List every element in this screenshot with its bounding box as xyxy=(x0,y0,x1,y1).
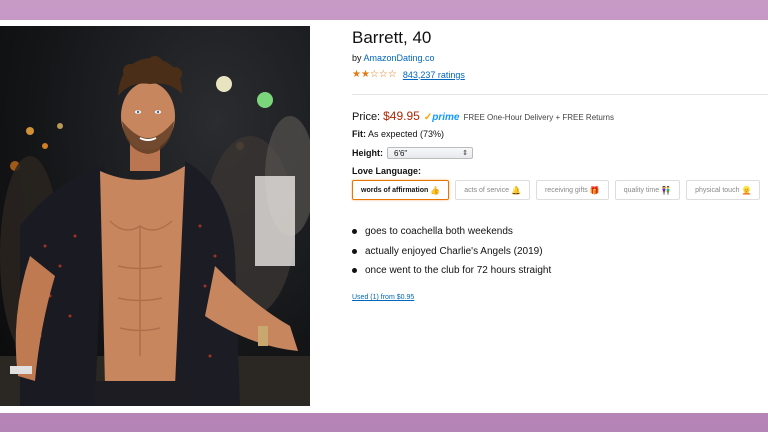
option-label: receiving gifts xyxy=(544,186,588,194)
bullet-text: goes to coachella both weekends xyxy=(365,226,513,238)
bullet-icon xyxy=(352,268,357,274)
product-title: Barrett, 40 xyxy=(352,28,432,47)
ratings-count-link[interactable]: 843,237 ratings xyxy=(403,70,465,80)
feature-bullets: goes to coachella both weekends actually… xyxy=(352,222,551,281)
star-rating-icon[interactable]: ★★☆☆☆ xyxy=(352,69,397,80)
rating-row: ★★☆☆☆ 843,237 ratings xyxy=(352,69,465,80)
option-label: acts of service xyxy=(464,186,509,194)
fit-label: Fit: xyxy=(352,129,366,139)
list-item: once went to the club for 72 hours strai… xyxy=(352,261,551,281)
height-selected-value: 6'6" xyxy=(394,148,408,158)
option-physical-touch[interactable]: physical touch 👱 xyxy=(686,180,761,200)
byline: by AmazonDating.co xyxy=(352,53,435,63)
product-card: Barrett, 40 by AmazonDating.co ★★☆☆☆ 843… xyxy=(0,20,768,413)
option-label: words of affirmation xyxy=(361,186,429,194)
list-item: actually enjoyed Charlie's Angels (2019) xyxy=(352,242,551,262)
bullet-text: actually enjoyed Charlie's Angels (2019) xyxy=(365,245,543,257)
option-receiving-gifts[interactable]: receiving gifts 🎁 xyxy=(535,180,609,200)
man-photo-illustration xyxy=(0,56,310,406)
used-offers-link[interactable]: Used (1) from $0.95 xyxy=(352,294,414,301)
thumbs-up-icon: 👍 xyxy=(430,185,441,195)
height-label: Height: xyxy=(352,148,383,158)
fit-row: Fit: As expected (73%) xyxy=(352,129,444,139)
love-language-label: Love Language: xyxy=(352,166,422,176)
option-quality-time[interactable]: quality time 👫 xyxy=(614,180,681,200)
option-label: quality time xyxy=(623,186,660,194)
list-item: goes to coachella both weekends xyxy=(352,222,551,242)
height-row: Height: 6'6" ⇕ xyxy=(352,147,473,159)
divider xyxy=(352,94,768,95)
prime-label: prime xyxy=(432,112,460,123)
price-label: Price: xyxy=(352,111,381,123)
height-select[interactable]: 6'6" ⇕ xyxy=(387,147,473,159)
byline-prefix: by xyxy=(352,53,364,63)
love-language-options: words of affirmation 👍 acts of service 🔔 r… xyxy=(352,180,761,200)
gift-icon: 🎁 xyxy=(589,185,600,195)
bullet-text: once went to the club for 72 hours strai… xyxy=(365,265,552,277)
price-row: Price: $49.95 ✓prime FREE One-Hour Deliv… xyxy=(352,109,614,123)
bullet-icon xyxy=(352,229,357,235)
prime-badge-icon: ✓prime xyxy=(424,112,460,123)
bell-icon: 🔔 xyxy=(511,185,521,195)
seller-link[interactable]: AmazonDating.co xyxy=(364,53,435,63)
option-words-of-affirmation[interactable]: words of affirmation 👍 xyxy=(352,180,450,200)
product-photo[interactable] xyxy=(0,26,310,406)
bullet-icon xyxy=(352,248,357,254)
option-acts-of-service[interactable]: acts of service 🔔 xyxy=(455,180,530,200)
delivery-info: FREE One-Hour Delivery + FREE Returns xyxy=(463,113,614,122)
person-icon: 👱 xyxy=(741,185,752,195)
couple-icon: 👫 xyxy=(661,185,672,195)
fit-value: As expected (73%) xyxy=(368,129,445,139)
option-label: physical touch xyxy=(695,186,740,194)
select-updown-icon: ⇕ xyxy=(462,150,468,157)
prime-check-icon: ✓ xyxy=(423,112,433,123)
price-value: $49.95 xyxy=(383,109,420,123)
